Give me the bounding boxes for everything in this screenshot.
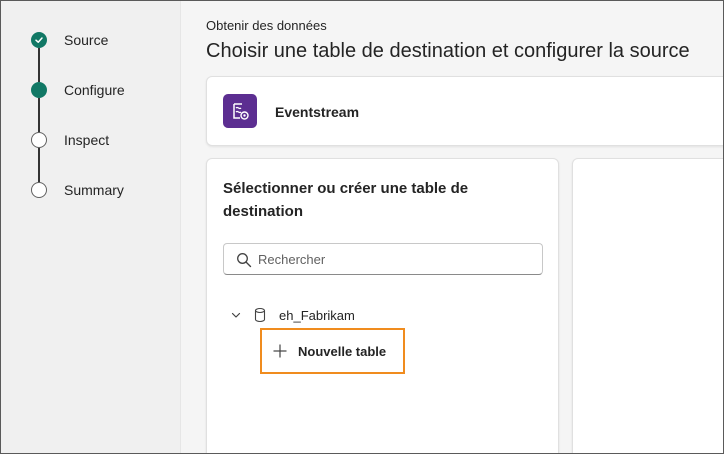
database-icon [254, 307, 266, 323]
step-label: Source [64, 32, 109, 48]
step-label: Inspect [64, 132, 110, 148]
chevron-down-icon[interactable] [229, 308, 243, 322]
source-name: Eventstream [275, 104, 360, 120]
app-frame: Source Configure Inspect Summary Obtenir… [0, 0, 724, 454]
database-label: eh_Fabrikam [279, 307, 355, 323]
pending-step-icon [31, 182, 47, 198]
eventstream-icon [223, 94, 257, 128]
step-connector [38, 48, 40, 82]
panel-heading: Sélectionner ou créer une table de desti… [223, 180, 469, 220]
step-connector [38, 98, 40, 132]
search-input[interactable] [258, 248, 528, 270]
step-inspect[interactable]: Inspect [31, 131, 109, 149]
source-card: Eventstream [206, 76, 723, 146]
main-content: Obtenir des données Choisir une table de… [182, 1, 723, 453]
search-box[interactable] [223, 243, 543, 275]
page-title: Choisir une table de destination et conf… [206, 40, 690, 62]
tree-item-database[interactable]: eh_Fabrikam [229, 306, 355, 324]
step-label: Configure [64, 82, 125, 98]
configuration-panel [572, 158, 723, 453]
search-icon [237, 253, 252, 268]
page-subtitle: Obtenir des données [206, 18, 327, 33]
step-configure[interactable]: Configure [31, 81, 125, 99]
step-label: Summary [64, 182, 124, 198]
pending-step-icon [31, 132, 47, 148]
step-source[interactable]: Source [31, 31, 108, 49]
active-step-icon [31, 82, 47, 98]
destination-panel: Sélectionner ou créer une table de desti… [206, 158, 559, 453]
wizard-stepper: Source Configure Inspect Summary [1, 1, 181, 453]
step-summary[interactable]: Summary [31, 181, 124, 199]
plus-icon [273, 344, 287, 358]
new-table-button[interactable]: Nouvelle table [260, 328, 405, 374]
step-connector [38, 148, 40, 182]
checkmark-icon [31, 32, 47, 48]
new-table-label: Nouvelle table [298, 343, 387, 359]
